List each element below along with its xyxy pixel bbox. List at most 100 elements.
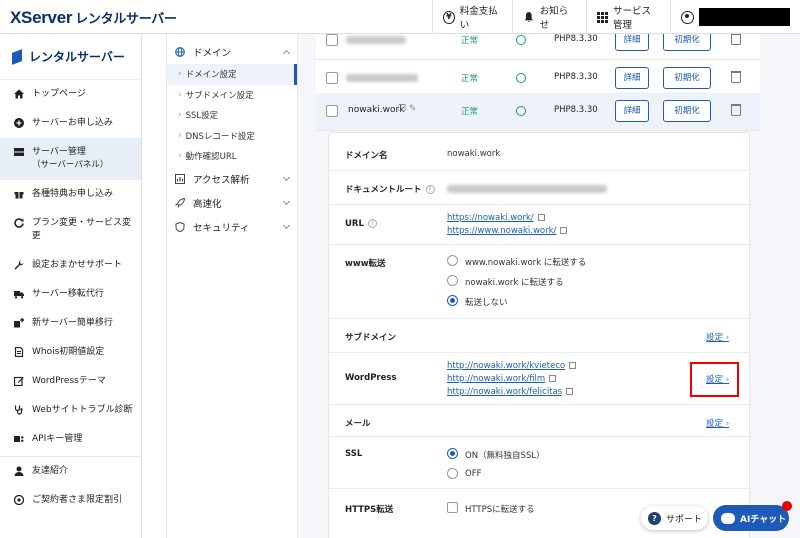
logo-subtext: レンタルサーバー bbox=[75, 11, 177, 26]
www-radio-www[interactable] bbox=[447, 255, 458, 266]
domain-status: 正常 bbox=[461, 36, 479, 46]
globe-icon bbox=[175, 47, 185, 57]
grid-icon bbox=[597, 11, 608, 23]
submenu-item-dns-settings[interactable]: DNSレコード設定 bbox=[167, 126, 297, 147]
url-link[interactable]: https://nowaki.work/ bbox=[447, 213, 545, 223]
wordpress-link[interactable]: http://nowaki.work/film bbox=[447, 374, 557, 384]
subdomain-settings-link[interactable]: 設定 bbox=[706, 331, 729, 343]
radio-label: ON（無料独自SSL） bbox=[465, 451, 545, 461]
user-icon bbox=[681, 10, 694, 24]
external-link-icon bbox=[549, 375, 557, 382]
https-label: HTTPS転送 bbox=[345, 505, 394, 515]
highlight-box bbox=[690, 362, 739, 397]
rocket-icon bbox=[175, 197, 185, 208]
domain-detail-card: ドメイン名 nowaki.work ドキュメントルート? URL? https:… bbox=[328, 132, 750, 538]
sidebar-item-whois[interactable]: Whois初期値設定 bbox=[0, 338, 141, 367]
ssl-radio-off[interactable] bbox=[447, 468, 458, 479]
trash-icon[interactable] bbox=[731, 104, 741, 116]
sidebar-item-server-order[interactable]: サーバーお申し込み bbox=[0, 109, 141, 138]
migrate-icon bbox=[14, 318, 24, 328]
row-checkbox[interactable] bbox=[326, 72, 338, 84]
radio-label: www.nowaki.work に転送する bbox=[465, 258, 587, 268]
https-redirect-checkbox[interactable] bbox=[447, 502, 458, 513]
sidebar-item-label: サーバー移転代行 bbox=[32, 289, 104, 299]
xserver-logo[interactable]: XServer レンタルサーバー bbox=[10, 8, 177, 28]
ssl-label: SSL bbox=[345, 449, 363, 459]
submenu-item-test-url[interactable]: 動作確認URL bbox=[167, 146, 297, 167]
submenu-item-domain-settings[interactable]: ドメイン設定 bbox=[167, 64, 297, 85]
account-menu[interactable] bbox=[670, 0, 800, 34]
initialize-button[interactable]: 初期化 bbox=[663, 34, 711, 51]
chat-bubble-icon bbox=[721, 512, 735, 524]
logo-text: XServer bbox=[10, 8, 73, 27]
sidebar-item-top[interactable]: トップページ bbox=[0, 80, 141, 109]
sidebar-item-migration-service[interactable]: サーバー移転代行 bbox=[0, 280, 141, 309]
www-radio-none[interactable] bbox=[447, 295, 458, 306]
subdomain-label: サブドメイン bbox=[345, 333, 397, 343]
submenu-section-label: アクセス解析 bbox=[193, 174, 250, 186]
sidebar-item-label: WordPressテーマ bbox=[32, 376, 106, 386]
billing-button[interactable]: ¥ 料金支払い bbox=[432, 0, 512, 34]
mail-label: メール bbox=[345, 419, 371, 429]
sidebar-item-wordpress-theme[interactable]: WordPressテーマ bbox=[0, 367, 141, 396]
yen-icon: ¥ bbox=[443, 10, 455, 24]
sidebar-item-referral[interactable]: 友達紹介 bbox=[0, 457, 141, 486]
submenu-section-speed[interactable]: 高速化 bbox=[167, 191, 297, 215]
chevron-down-icon bbox=[282, 173, 291, 181]
service-management-button[interactable]: サービス管理 bbox=[586, 0, 670, 34]
sidebar-item-discount[interactable]: ご契約者さま限定割引 bbox=[0, 486, 141, 515]
row-checkbox[interactable] bbox=[326, 34, 338, 46]
detail-button[interactable]: 詳細 bbox=[615, 67, 649, 89]
help-icon[interactable]: ? bbox=[367, 219, 377, 228]
submenu-item-ssl-settings[interactable]: SSL設定 bbox=[167, 105, 297, 126]
sidebar-item-easy-migration[interactable]: 新サーバー簡単移行 bbox=[0, 309, 141, 338]
ssl-radio-on[interactable] bbox=[447, 448, 458, 459]
sidebar-item-label: トップページ bbox=[32, 89, 86, 99]
sidebar-item-server-panel[interactable]: サーバー管理 （サーバーパネル） bbox=[0, 138, 141, 180]
gift-icon bbox=[14, 192, 24, 199]
wordpress-link[interactable]: http://nowaki.work/felicitas bbox=[447, 387, 574, 397]
ai-chat-button[interactable]: AIチャット bbox=[713, 501, 792, 531]
initialize-button[interactable]: 初期化 bbox=[663, 100, 711, 122]
www-radio-nowww[interactable] bbox=[447, 275, 458, 286]
submenu-item-subdomain-settings[interactable]: サブドメイン設定 bbox=[167, 85, 297, 106]
detail-button[interactable]: 詳細 bbox=[615, 100, 649, 122]
redacted-domain bbox=[346, 36, 406, 44]
redacted-docroot bbox=[447, 185, 607, 193]
support-label: サポート bbox=[666, 514, 703, 525]
sidebar-item-setup-support[interactable]: 設定おまかせサポート bbox=[0, 251, 141, 280]
submenu-section-label: ドメイン bbox=[193, 48, 232, 59]
wordpress-label: WordPress bbox=[345, 373, 397, 383]
domain-row: 正常 PHP8.3.30 詳細 初期化 bbox=[316, 34, 760, 60]
domain-status: 正常 bbox=[461, 74, 479, 84]
sidebar-item-api-keys[interactable]: APIキー管理 bbox=[0, 425, 141, 454]
mail-settings-link[interactable]: 設定 bbox=[706, 417, 729, 429]
trash-icon[interactable] bbox=[731, 34, 741, 45]
home-icon bbox=[14, 89, 24, 99]
person-icon bbox=[14, 466, 24, 476]
wordpress-link[interactable]: http://nowaki.work/kvieteco bbox=[447, 361, 577, 371]
sidebar-item-benefits[interactable]: 各種特典お申し込み bbox=[0, 180, 141, 209]
redacted-domain bbox=[346, 74, 418, 82]
initialize-button[interactable]: 初期化 bbox=[663, 67, 711, 89]
submenu-section-security[interactable]: セキュリティ bbox=[167, 215, 297, 239]
sidebar-item-site-diagnosis[interactable]: Webサイトトラブル診断 bbox=[0, 396, 141, 425]
notifications-button[interactable]: お知らせ bbox=[512, 0, 586, 34]
shield-icon bbox=[175, 221, 185, 232]
submenu-section-domain[interactable]: ドメイン bbox=[167, 40, 297, 64]
submenu-section-access[interactable]: アクセス解析 bbox=[167, 167, 297, 191]
external-link-icon bbox=[566, 388, 574, 395]
detail-row-docroot: ドキュメントルート? bbox=[329, 171, 749, 205]
help-icon[interactable]: ? bbox=[425, 185, 435, 194]
domain-value: nowaki.work bbox=[447, 149, 501, 159]
detail-button[interactable]: 詳細 bbox=[615, 34, 649, 51]
help-icon: ? bbox=[648, 511, 661, 525]
sidebar-item-plan-change[interactable]: プラン変更・サービス変更 bbox=[0, 209, 141, 251]
support-button[interactable]: ? サポート bbox=[641, 506, 708, 530]
trash-icon[interactable] bbox=[731, 71, 741, 83]
copy-edit-icons[interactable]: ❐ ✎ bbox=[398, 104, 416, 114]
php-version: PHP8.3.30 bbox=[554, 105, 598, 115]
chevron-up-icon bbox=[282, 49, 291, 58]
url-link[interactable]: https://www.nowaki.work/ bbox=[447, 226, 568, 236]
row-checkbox[interactable] bbox=[326, 105, 338, 117]
